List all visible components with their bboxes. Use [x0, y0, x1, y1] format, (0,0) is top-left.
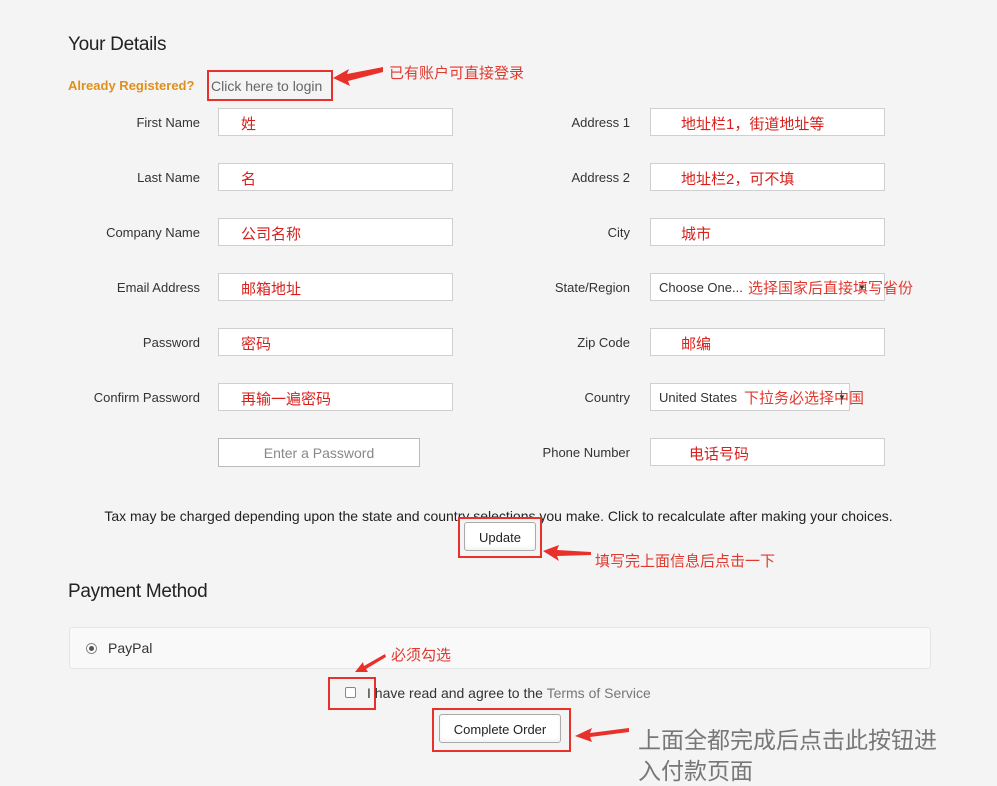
email-address-input[interactable]: 邮箱地址 [218, 273, 453, 301]
password-label: Password [142, 335, 200, 350]
paypal-radio[interactable] [86, 643, 97, 654]
zip-code-input[interactable]: 邮编 [650, 328, 885, 356]
state-region-annotation: 选择国家后直接填写省份 [748, 279, 914, 297]
first-name-input[interactable]: 姓 [218, 108, 453, 136]
state-region-value: Choose One... [659, 280, 743, 295]
city-input[interactable]: 城市 [650, 218, 885, 246]
city-label: City [607, 225, 630, 240]
company-name-label: Company Name [106, 225, 200, 240]
address2-label: Address 2 [571, 170, 630, 185]
confirm-password-label: Confirm Password [93, 390, 200, 405]
state-region-label: State/Region [554, 280, 630, 295]
terms-agreement-text: I have read and agree to the Terms of Se… [367, 685, 651, 701]
last-name-label: Last Name [137, 170, 200, 185]
paypal-label: PayPal [108, 640, 153, 656]
payment-option-panel [69, 627, 931, 669]
company-name-input[interactable]: 公司名称 [218, 218, 453, 246]
complete-order-annotation-line2: 入付款页面 [638, 759, 753, 785]
country-value: United States [659, 390, 738, 405]
country-label: Country [584, 390, 630, 405]
chevron-down-icon: ▼ [838, 393, 846, 402]
password-strength-indicator: Enter a Password [218, 438, 420, 467]
terms-agree-label: I have read and agree to the [367, 685, 543, 701]
payment-method-heading: Payment Method [68, 581, 208, 602]
complete-order-button[interactable]: Complete Order [439, 714, 561, 743]
login-link[interactable]: Click here to login [211, 78, 322, 94]
annotation-arrow-icon [543, 545, 591, 561]
email-address-label: Email Address [116, 280, 200, 295]
annotation-arrow-icon [575, 728, 629, 742]
complete-order-annotation-clip: 入付款页面 [638, 752, 838, 786]
phone-number-label: Phone Number [542, 445, 630, 460]
phone-number-input[interactable]: 电话号码 [650, 438, 885, 466]
already-registered-label: Already Registered? [68, 78, 195, 93]
terms-checkbox[interactable] [345, 687, 356, 698]
complete-order-annotation: 上面全都完成后点击此按钮进 [638, 728, 937, 754]
address1-label: Address 1 [571, 115, 630, 130]
address1-input[interactable]: 地址栏1，街道地址等 [650, 108, 885, 136]
confirm-password-input[interactable]: 再输一遍密码 [218, 383, 453, 411]
password-input[interactable]: 密码 [218, 328, 453, 356]
terms-of-service-link[interactable]: Terms of Service [547, 685, 651, 701]
annotation-arrow-icon [333, 67, 383, 86]
address2-input[interactable]: 地址栏2，可不填 [650, 163, 885, 191]
annotation-arrow-icon [355, 654, 386, 672]
update-annotation: 填写完上面信息后点击一下 [595, 552, 776, 570]
chevron-down-icon: ▼ [858, 283, 866, 292]
zip-code-label: Zip Code [577, 335, 630, 350]
your-details-heading: Your Details [68, 34, 167, 55]
first-name-label: First Name [136, 115, 200, 130]
last-name-input[interactable]: 名 [218, 163, 453, 191]
update-button[interactable]: Update [464, 522, 536, 551]
checkbox-annotation: 必须勾选 [391, 646, 452, 664]
login-annotation: 已有账户可直接登录 [389, 64, 525, 82]
country-annotation: 下拉务必选择中国 [744, 389, 865, 407]
